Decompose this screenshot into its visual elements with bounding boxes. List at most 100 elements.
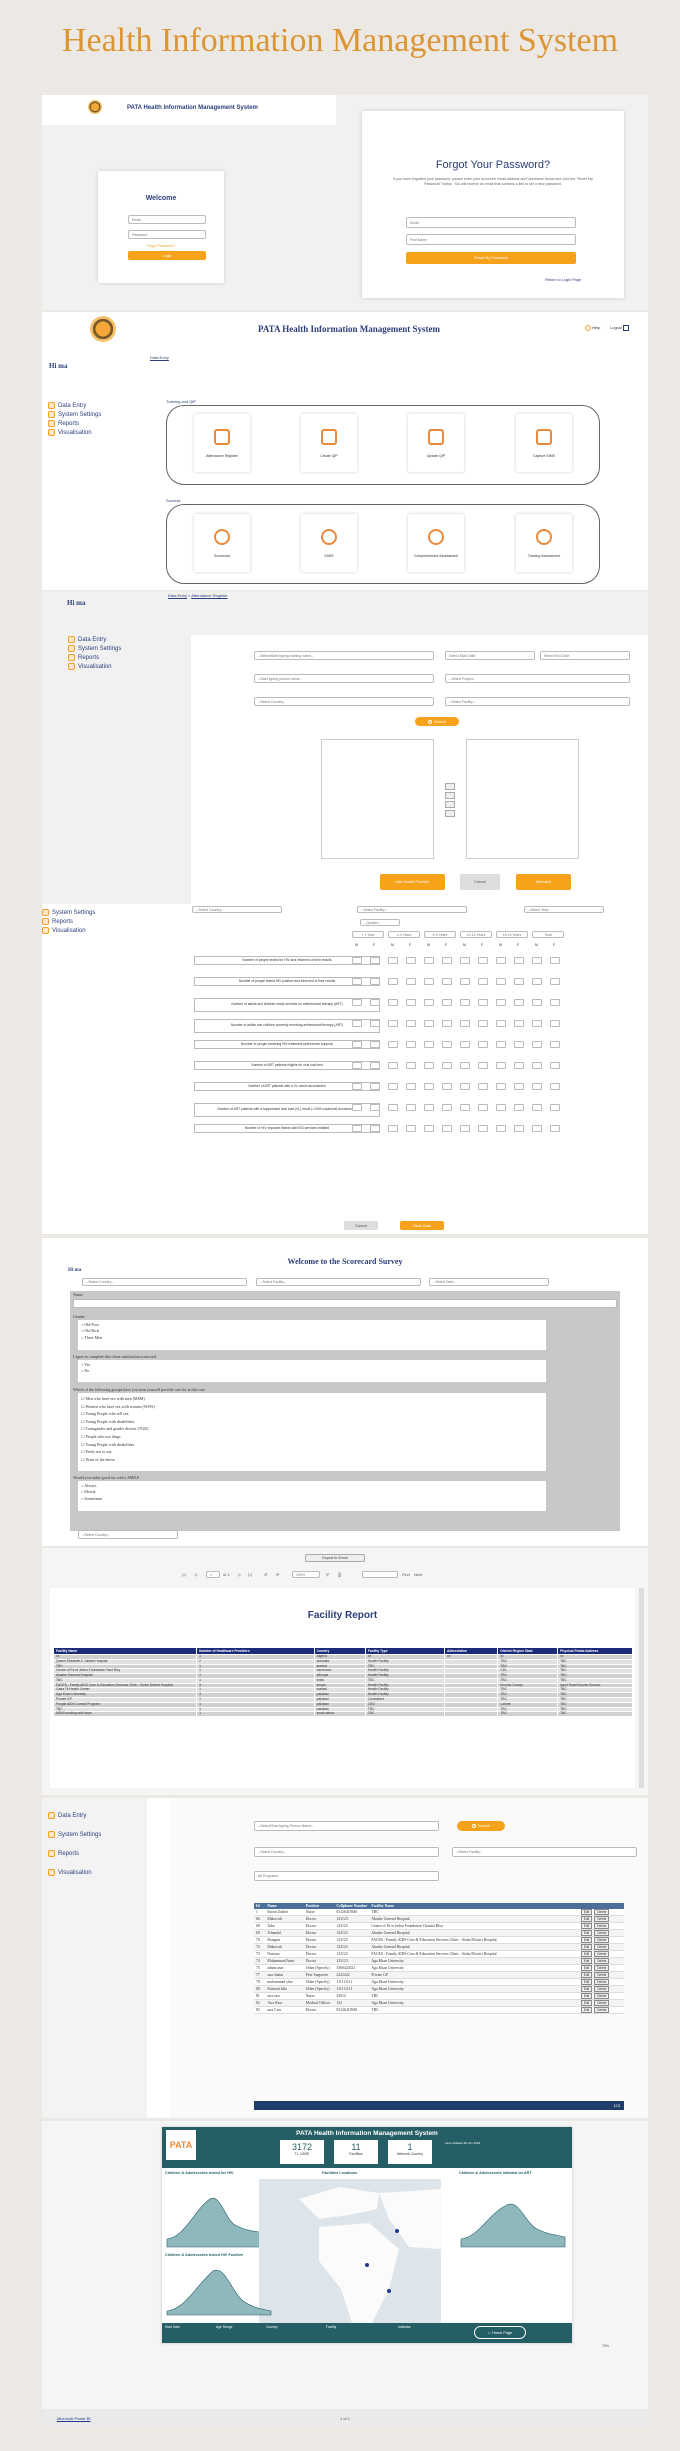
breadcrumb[interactable]: Data Entry bbox=[150, 355, 169, 360]
sims-year-select[interactable]: --Select Year-- bbox=[524, 906, 604, 913]
indicator-value-input[interactable] bbox=[550, 1125, 560, 1132]
group-option[interactable]: ☐ Young People who sell sex bbox=[81, 1410, 543, 1418]
tile-attendance-register[interactable]: Attendance Register bbox=[194, 414, 250, 472]
delete-button[interactable]: Delete bbox=[594, 1916, 610, 1922]
indicator-value-input[interactable] bbox=[460, 1062, 470, 1069]
report-scrollbar[interactable] bbox=[639, 1588, 644, 1788]
indicator-value-input[interactable] bbox=[352, 999, 362, 1006]
indicator-value-input[interactable] bbox=[406, 1104, 416, 1111]
forgot-password-link[interactable]: Forgot Password? bbox=[98, 244, 224, 248]
indicator-value-input[interactable] bbox=[388, 1083, 398, 1090]
indicator-value-input[interactable] bbox=[442, 1104, 452, 1111]
breadcrumb-home[interactable]: Data Entry bbox=[168, 593, 187, 598]
providers-facility-select[interactable]: --Select Facility-- bbox=[452, 1847, 637, 1857]
indicator-value-input[interactable] bbox=[532, 1083, 542, 1090]
indicator-value-input[interactable] bbox=[388, 1020, 398, 1027]
filter-country[interactable]: Country bbox=[266, 2325, 278, 2329]
indicator-value-input[interactable] bbox=[406, 999, 416, 1006]
delete-button[interactable]: Delete bbox=[594, 1986, 610, 1992]
selected-providers-list[interactable] bbox=[466, 739, 579, 859]
group-option[interactable]: ☐ People who use drugs bbox=[81, 1433, 543, 1441]
person-search-input[interactable]: --Select/Start typing Person Name-- bbox=[254, 1821, 439, 1831]
tile-scorecard[interactable]: Scorecard bbox=[194, 514, 250, 572]
move-all-left-button[interactable] bbox=[445, 810, 455, 817]
indicator-value-input[interactable] bbox=[478, 1020, 488, 1027]
indicator-value-input[interactable] bbox=[496, 999, 506, 1006]
health-provider-input[interactable]: --Start typing person name-- bbox=[254, 674, 434, 683]
indicator-value-input[interactable] bbox=[424, 1062, 434, 1069]
indicator-value-input[interactable] bbox=[406, 1041, 416, 1048]
survey-country-select[interactable]: --Select Country-- bbox=[82, 1278, 247, 1286]
edit-button[interactable]: Edit bbox=[580, 1993, 593, 1999]
reset-password-button[interactable]: Reset My Password bbox=[406, 252, 576, 264]
q-name-input[interactable] bbox=[73, 1299, 617, 1308]
move-left-button[interactable] bbox=[445, 801, 455, 808]
indicator-value-input[interactable] bbox=[496, 1125, 506, 1132]
sidebar-item-data-entry[interactable]: Data Entry bbox=[68, 635, 121, 644]
edit-button[interactable]: Edit bbox=[580, 1923, 593, 1929]
indicator-value-input[interactable] bbox=[442, 1062, 452, 1069]
edit-button[interactable]: Edit bbox=[580, 2000, 593, 2006]
facility-select[interactable]: --Select Facility-- bbox=[445, 697, 630, 706]
indicator-value-input[interactable] bbox=[496, 1104, 506, 1111]
next-page-icon[interactable]: ▷ bbox=[238, 1572, 241, 1577]
forgot-firstname-input[interactable]: First Name bbox=[406, 234, 576, 245]
indicator-value-input[interactable] bbox=[442, 1041, 452, 1048]
indicator-value-input[interactable] bbox=[532, 1041, 542, 1048]
group-option[interactable]: ☐ Pretty not to say bbox=[81, 1448, 543, 1456]
indicator-value-input[interactable] bbox=[550, 1062, 560, 1069]
login-password-input[interactable]: Password bbox=[128, 230, 206, 239]
indicator-value-input[interactable] bbox=[424, 999, 434, 1006]
indicator-value-input[interactable] bbox=[478, 1125, 488, 1132]
delete-button[interactable]: Delete bbox=[594, 2007, 610, 2013]
delete-button[interactable]: Delete bbox=[594, 1951, 610, 1957]
indicator-value-input[interactable] bbox=[532, 978, 542, 985]
indicator-value-input[interactable] bbox=[496, 1062, 506, 1069]
indicator-value-input[interactable] bbox=[514, 999, 524, 1006]
indicator-value-input[interactable] bbox=[514, 1125, 524, 1132]
find-label[interactable]: Find bbox=[402, 1572, 410, 1577]
add-health-provider-button[interactable]: Add Health Provider bbox=[380, 874, 445, 890]
indicator-value-input[interactable] bbox=[496, 1041, 506, 1048]
print-icon[interactable]: ⎙ bbox=[338, 1572, 341, 1577]
providers-search-button[interactable]: Search bbox=[457, 1821, 505, 1831]
tile-capture-sims[interactable]: Capture SIMS bbox=[516, 414, 572, 472]
indicator-value-input[interactable] bbox=[442, 1083, 452, 1090]
indicator-value-input[interactable] bbox=[460, 1104, 470, 1111]
refresh-icon[interactable]: ⟳ bbox=[276, 1572, 279, 1577]
sims-facility-select[interactable]: --Select Facility-- bbox=[357, 906, 467, 913]
indicator-value-input[interactable] bbox=[352, 1020, 362, 1027]
indicator-value-input[interactable] bbox=[514, 1020, 524, 1027]
indicator-value-input[interactable] bbox=[532, 1125, 542, 1132]
sidebar-item-visualisation[interactable]: Visualisation bbox=[48, 428, 101, 437]
indicator-value-input[interactable] bbox=[370, 1104, 380, 1111]
indicator-value-input[interactable] bbox=[424, 1083, 434, 1090]
indicator-value-input[interactable] bbox=[370, 1020, 380, 1027]
delete-button[interactable]: Delete bbox=[594, 1930, 610, 1936]
indicator-value-input[interactable] bbox=[514, 1083, 524, 1090]
bi-zoom[interactable]: 75% bbox=[602, 2344, 609, 2348]
indicator-value-input[interactable] bbox=[514, 1104, 524, 1111]
login-email-input[interactable]: Email bbox=[128, 215, 206, 224]
indicator-value-input[interactable] bbox=[424, 978, 434, 985]
tile-create-qip[interactable]: Create QIP bbox=[301, 414, 357, 472]
back-icon[interactable]: ↺ bbox=[264, 1572, 267, 1577]
indicator-value-input[interactable] bbox=[406, 1062, 416, 1069]
group-option[interactable]: ☐ Young People with disabilities bbox=[81, 1418, 543, 1426]
indicator-value-input[interactable] bbox=[460, 999, 470, 1006]
indicator-value-input[interactable] bbox=[460, 1041, 470, 1048]
indicator-value-input[interactable] bbox=[406, 957, 416, 964]
sidebar-item-data-entry[interactable]: Data Entry bbox=[48, 1806, 101, 1825]
sidebar-item-visualisation[interactable]: Visualisation bbox=[48, 1863, 101, 1882]
indicator-value-input[interactable] bbox=[478, 978, 488, 985]
survey-country-select-bottom[interactable]: --Select Country-- bbox=[78, 1530, 178, 1539]
sidebar-item-data-entry[interactable]: Data Entry bbox=[48, 401, 101, 410]
indicator-value-input[interactable] bbox=[424, 957, 434, 964]
indicator-value-input[interactable] bbox=[460, 957, 470, 964]
indicator-value-input[interactable] bbox=[550, 978, 560, 985]
indicator-value-input[interactable] bbox=[550, 1083, 560, 1090]
indicator-value-input[interactable] bbox=[496, 957, 506, 964]
indicator-value-input[interactable] bbox=[424, 1041, 434, 1048]
cancel-button[interactable]: Cancel bbox=[460, 874, 500, 890]
tile-comprehensive-assessment[interactable]: Comprehensive Assessment bbox=[408, 514, 464, 572]
